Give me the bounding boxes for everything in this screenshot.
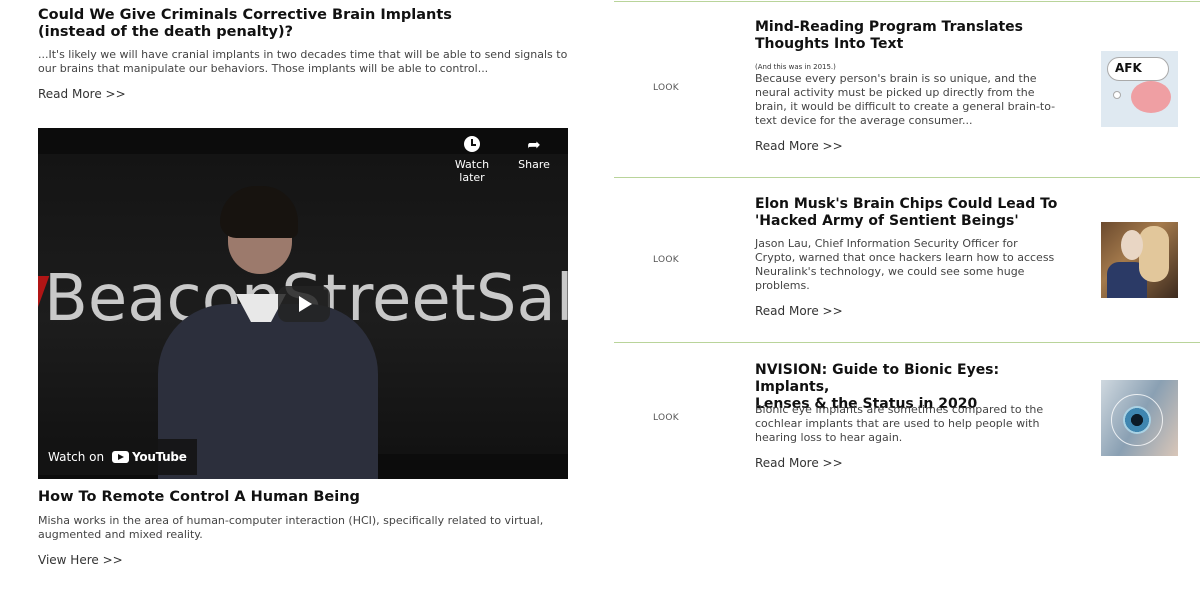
article-title-line[interactable]: NVISION: Guide to Bionic Eyes: Implants, — [755, 362, 1075, 396]
look-label: LOOK — [653, 83, 679, 93]
article-title-line[interactable]: Thoughts Into Text — [755, 36, 1075, 53]
article-thumbnail-afk[interactable]: AFK — [1101, 51, 1178, 127]
article-title-elon-musk[interactable]: Elon Musk's Brain Chips Could Lead To 'H… — [755, 196, 1075, 230]
youtube-logo: YouTube — [112, 450, 187, 464]
article-title-mind-reading[interactable]: Mind-Reading Program Translates Thoughts… — [755, 19, 1075, 53]
watch-later-label: Watch later — [454, 158, 490, 184]
watch-on-youtube-button[interactable]: Watch on YouTube — [38, 439, 197, 475]
youtube-video-embed[interactable]: BeaconStreetSalon Watch later ➦ Share Wa… — [38, 128, 568, 479]
article-thumbnail-elon[interactable] — [1101, 222, 1178, 298]
article-thumbnail-bionic-eye[interactable] — [1101, 380, 1178, 456]
read-more-link[interactable]: Read More >> — [755, 139, 843, 153]
article-title-line[interactable]: Elon Musk's Brain Chips Could Lead To — [755, 196, 1075, 213]
article-title-corrective-implants[interactable]: Could We Give Criminals Corrective Brain… — [38, 7, 578, 41]
look-label: LOOK — [653, 413, 679, 423]
play-button[interactable] — [278, 286, 330, 322]
thought-dot — [1113, 91, 1121, 99]
divider — [614, 177, 1200, 178]
eye-icon — [1123, 406, 1151, 434]
read-more-link[interactable]: Read More >> — [755, 456, 843, 470]
thumbnail-text: AFK — [1115, 61, 1142, 75]
youtube-wordmark: YouTube — [132, 450, 187, 464]
article-title-line[interactable]: (instead of the death penalty)? — [38, 24, 578, 41]
look-label: LOOK — [653, 255, 679, 265]
divider — [614, 342, 1200, 343]
share-button[interactable]: ➦ Share — [514, 135, 554, 172]
watch-on-label: Watch on — [48, 450, 105, 464]
article-excerpt: ...It's likely we will have cranial impl… — [38, 48, 568, 75]
youtube-play-icon — [112, 451, 130, 463]
divider — [614, 1, 1200, 2]
read-more-link[interactable]: Read More >> — [755, 304, 843, 318]
article-excerpt: Bionic eye implants are sometimes compar… — [755, 403, 1044, 444]
share-icon: ➦ — [527, 135, 541, 154]
watch-later-button[interactable]: Watch later — [442, 136, 502, 184]
view-here-link[interactable]: View Here >> — [38, 553, 123, 567]
article-title-line[interactable]: Could We Give Criminals Corrective Brain… — [38, 7, 578, 24]
article-excerpt: Because every person's brain is so uniqu… — [755, 72, 1056, 127]
read-more-link[interactable]: Read More >> — [38, 87, 126, 101]
article-title-line[interactable]: 'Hacked Army of Sentient Beings' — [755, 213, 1075, 230]
article-note: (And this was in 2015.) — [755, 63, 836, 71]
article-excerpt: Misha works in the area of human-compute… — [38, 514, 544, 541]
clock-icon — [464, 136, 480, 152]
speaker-figure — [158, 186, 378, 479]
article-title-line[interactable]: Mind-Reading Program Translates — [755, 19, 1075, 36]
share-label: Share — [518, 158, 550, 171]
brain-icon — [1131, 81, 1171, 113]
play-icon — [299, 296, 312, 312]
article-excerpt: Jason Lau, Chief Information Security Of… — [755, 237, 1055, 292]
article-title-remote-control[interactable]: How To Remote Control A Human Being — [38, 489, 360, 506]
